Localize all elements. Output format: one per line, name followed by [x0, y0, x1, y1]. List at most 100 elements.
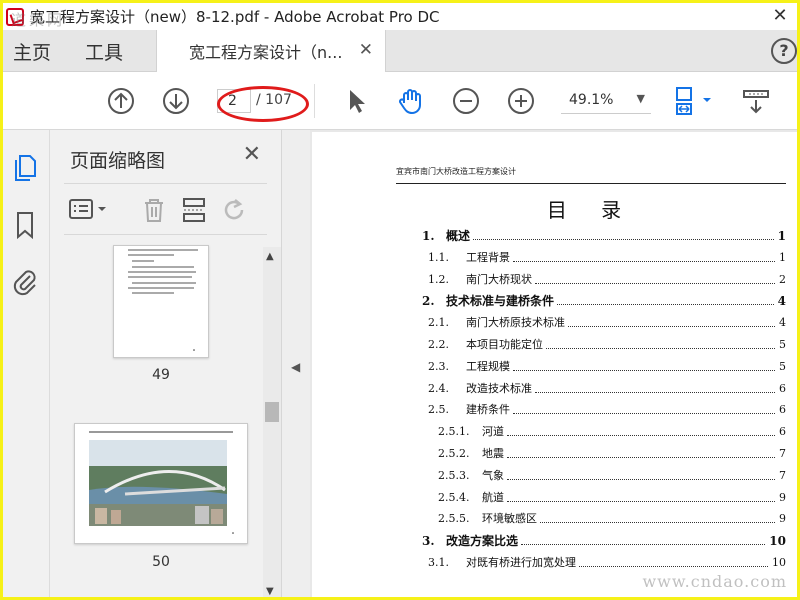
toc-entry-page: 9: [777, 511, 786, 528]
thumbnail-scrollbar[interactable]: ▲ ▼: [263, 247, 281, 597]
toc-leader-dots: [507, 434, 775, 437]
collapse-arrow-icon[interactable]: ◀: [291, 360, 300, 374]
toc-entry-text: 改造技术标准: [466, 381, 532, 395]
toc-entry-page: 10: [770, 555, 786, 571]
select-cursor-icon[interactable]: [341, 86, 371, 116]
panel-close-button[interactable]: ✕: [243, 142, 261, 167]
thumbnail-toolbar: [64, 183, 267, 235]
toc-entry-text: 概述: [446, 229, 471, 243]
options-menu-icon[interactable]: [68, 196, 108, 224]
toc-entry-page: 1: [777, 249, 786, 266]
toc-entry-number: 2.5.: [428, 403, 449, 417]
main-toolbar: 2 / 107 49.1% ▼: [3, 72, 797, 130]
window-close-button[interactable]: ✕: [769, 6, 791, 26]
toc-entry[interactable]: 2.5.5. 环境敏感区 9: [438, 511, 786, 528]
toc-leader-dots: [579, 565, 768, 567]
toc-leader-dots: [546, 347, 775, 349]
toc-entry-text: 建桥条件: [466, 403, 510, 417]
toc-entry-number: 2.5.5.: [438, 512, 470, 526]
toc-entry[interactable]: 2.5. 建桥条件 6: [428, 402, 786, 419]
thumbnail-page-selected[interactable]: [74, 423, 248, 544]
toc-entry[interactable]: 1.1. 工程背景 1: [428, 249, 786, 266]
toc-entry-text: 改造方案比选: [446, 534, 519, 549]
toc-entry[interactable]: 1. 概述 1: [422, 228, 786, 244]
page-thumbnails-panel: 页面缩略图 ✕ 49 50 ▲ ▼: [50, 130, 282, 597]
toc-entry-number: 2.4.: [428, 381, 449, 395]
toc-entry[interactable]: 2.3. 工程规模 5: [428, 358, 786, 375]
toc-entry[interactable]: 2. 技术标准与建桥条件 4: [422, 293, 786, 310]
toc-entry[interactable]: 2.2. 本项目功能定位 5: [428, 337, 786, 353]
scroll-down-arrow-icon[interactable]: ▼: [266, 586, 274, 597]
hand-tool-icon[interactable]: [396, 86, 426, 116]
toc-leader-dots: [535, 391, 775, 393]
toc-leader-dots: [507, 500, 775, 502]
next-page-icon[interactable]: [161, 86, 191, 116]
rotate-page-icon[interactable]: [220, 196, 248, 224]
toc-entry-number: 2.5.3.: [438, 468, 470, 482]
toc-entry[interactable]: 2.5.1. 河道 6: [438, 424, 786, 441]
thumbnail-text-lines: [128, 249, 198, 351]
toc-entry[interactable]: 3.1. 对既有桥进行加宽处理 10: [428, 555, 786, 571]
toc-leader-dots: [540, 521, 775, 524]
toc-entry[interactable]: 1.2. 南门大桥现状 2: [428, 271, 786, 288]
fit-page-width-icon[interactable]: [671, 86, 717, 116]
toc-entry-page: 5: [777, 337, 786, 353]
toc-entry-page: 4: [775, 293, 786, 310]
toc-title: 目 录: [546, 198, 636, 222]
tab-bar: 主页 工具 宽工程方案设计（n... ✕ ?: [3, 30, 797, 72]
highlight-annotation-ellipse: [217, 86, 309, 122]
toc-entry-number: 2.3.: [428, 359, 449, 373]
toc-entry-text: 航道: [482, 490, 504, 504]
attachment-icon[interactable]: [10, 266, 40, 296]
toc-entry-number: 2.2.: [428, 338, 449, 351]
toc-entry-page: 7: [777, 446, 786, 462]
insert-page-icon[interactable]: [180, 196, 208, 224]
toc-entry-number: 1.2.: [428, 272, 449, 286]
tab-tools[interactable]: 工具: [85, 38, 123, 65]
help-button[interactable]: ?: [771, 38, 797, 64]
toc-entry-page: 5: [777, 358, 786, 375]
toc-entry-page: 10: [767, 533, 786, 550]
toc-entry-page: 7: [777, 467, 786, 484]
zoom-in-icon[interactable]: [506, 86, 536, 116]
toc-entry-number: 1.1.: [428, 250, 449, 264]
toc-entry[interactable]: 2.5.2. 地震 7: [438, 446, 786, 462]
toc-leader-dots: [513, 412, 775, 415]
document-viewport[interactable]: 宜宾市南门大桥改造工程方案设计 目 录 1. 概述 1 1.1. 工程背景 1 1.2. 南门…: [310, 130, 797, 597]
page-thumbnails-icon[interactable]: [10, 152, 40, 182]
toc-entry-number: 2.5.4.: [438, 490, 470, 504]
toc-leader-dots: [473, 238, 774, 240]
toc-entry-text: 工程规模: [466, 359, 510, 373]
toc-entry-page: 6: [777, 402, 786, 419]
toc-entry-page: 9: [777, 489, 786, 506]
toc-entry[interactable]: 2.5.3. 气象 7: [438, 467, 786, 484]
delete-page-icon[interactable]: [140, 196, 168, 224]
toc-entry[interactable]: 2.5.4. 航道 9: [438, 489, 786, 506]
title-bar: 宽工程方案设计（new）8-12.pdf - Adobe Acrobat Pro…: [3, 3, 797, 30]
toc-entry[interactable]: 2.1. 南门大桥原技术标准 4: [428, 315, 786, 332]
toc-entry-text: 环境敏感区: [482, 512, 537, 526]
toc-entry[interactable]: 2.4. 改造技术标准 6: [428, 380, 786, 397]
tab-document[interactable]: 宽工程方案设计（n... ✕: [156, 30, 386, 72]
thumbnail-page[interactable]: [113, 245, 209, 358]
tab-home[interactable]: 主页: [13, 38, 51, 65]
toc-entry-page: 2: [777, 271, 786, 288]
read-mode-icon[interactable]: [741, 86, 771, 116]
toc-leader-dots: [507, 456, 775, 458]
toc-leader-dots: [568, 325, 775, 328]
toc-entry-page: 6: [777, 380, 786, 397]
scrollbar-thumb[interactable]: [265, 402, 279, 422]
toc-entry-text: 气象: [482, 468, 504, 482]
toc-entry-text: 南门大桥原技术标准: [466, 316, 565, 330]
panel-collapse-handle[interactable]: ◀: [282, 130, 310, 597]
toc-entry[interactable]: 3. 改造方案比选 10: [422, 533, 786, 550]
toc-entry-number: 3.: [422, 534, 435, 549]
zoom-select[interactable]: 49.1% ▼: [561, 90, 651, 114]
scroll-up-arrow-icon[interactable]: ▲: [266, 251, 274, 262]
zoom-out-icon[interactable]: [451, 86, 481, 116]
zoom-value: 49.1%: [569, 92, 614, 108]
document-tab-close-button[interactable]: ✕: [359, 40, 373, 60]
bookmark-icon[interactable]: [10, 210, 40, 240]
toolbar-divider: [314, 84, 315, 118]
previous-page-icon[interactable]: [106, 86, 136, 116]
